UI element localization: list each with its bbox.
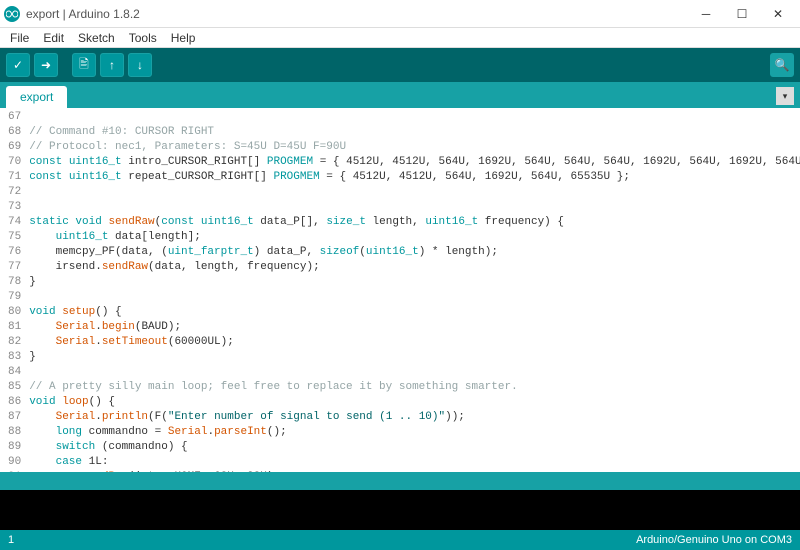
- new-button[interactable]: 🖹: [72, 53, 96, 77]
- magnifier-icon: 🔍: [775, 58, 790, 72]
- status-board: Arduino/Genuino Uno on COM3: [636, 534, 792, 546]
- code-area[interactable]: 6768697071727374757677787980818283848586…: [0, 108, 800, 472]
- file-icon: 🖹: [79, 55, 89, 76]
- arrow-up-icon: ↑: [109, 58, 115, 72]
- close-button[interactable]: ✕: [760, 2, 796, 26]
- toolbar: ✓ ➜ 🖹 ↑ ↓ 🔍: [0, 48, 800, 82]
- window-title: export | Arduino 1.8.2: [26, 7, 688, 21]
- line-gutter: 6768697071727374757677787980818283848586…: [0, 108, 25, 472]
- menu-help[interactable]: Help: [165, 29, 202, 47]
- check-icon: ✓: [13, 58, 23, 72]
- code-content[interactable]: // Command #10: CURSOR RIGHT// Protocol:…: [25, 108, 800, 472]
- message-bar: [0, 472, 800, 490]
- chevron-down-icon: ▾: [783, 91, 788, 102]
- tab-strip: export ▾: [0, 82, 800, 108]
- upload-button[interactable]: ➜: [34, 53, 58, 77]
- status-line-number: 1: [8, 534, 38, 546]
- menu-sketch[interactable]: Sketch: [72, 29, 121, 47]
- open-button[interactable]: ↑: [100, 53, 124, 77]
- tab-menu-button[interactable]: ▾: [776, 87, 794, 105]
- menu-file[interactable]: File: [4, 29, 35, 47]
- arrow-right-icon: ➜: [41, 58, 51, 72]
- arduino-logo-icon: [4, 6, 20, 22]
- save-button[interactable]: ↓: [128, 53, 152, 77]
- tab-export[interactable]: export: [6, 86, 67, 108]
- verify-button[interactable]: ✓: [6, 53, 30, 77]
- menu-bar: File Edit Sketch Tools Help: [0, 28, 800, 48]
- editor: 6768697071727374757677787980818283848586…: [0, 108, 800, 472]
- menu-tools[interactable]: Tools: [123, 29, 163, 47]
- menu-edit[interactable]: Edit: [37, 29, 70, 47]
- title-bar: export | Arduino 1.8.2 ─ ☐ ✕: [0, 0, 800, 28]
- arrow-down-icon: ↓: [137, 58, 143, 72]
- status-bar: 1 Arduino/Genuino Uno on COM3: [0, 530, 800, 550]
- console[interactable]: [0, 490, 800, 530]
- minimize-button[interactable]: ─: [688, 2, 724, 26]
- serial-monitor-button[interactable]: 🔍: [770, 53, 794, 77]
- maximize-button[interactable]: ☐: [724, 2, 760, 26]
